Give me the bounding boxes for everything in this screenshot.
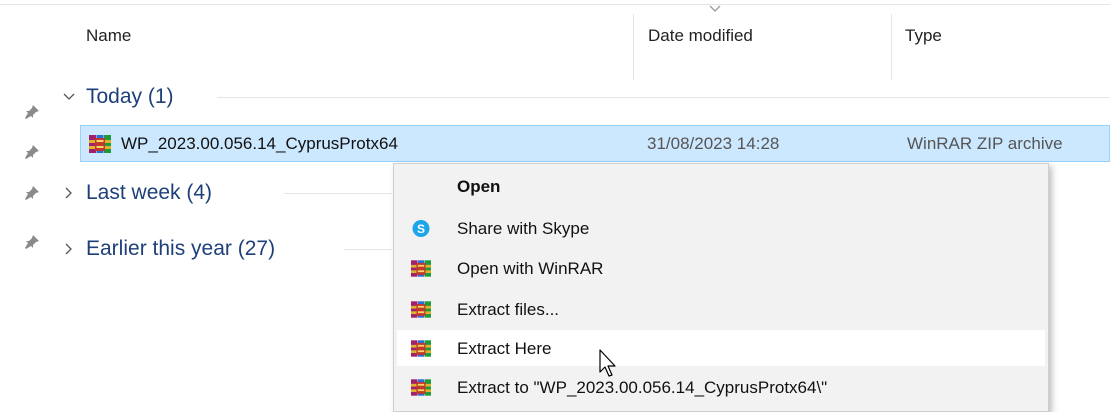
sort-chevron-down-icon	[709, 5, 721, 12]
winrar-icon	[411, 378, 431, 397]
context-menu: Open S Share with Skype Open with WinRAR…	[393, 163, 1049, 412]
file-row-selected[interactable]: WP_2023.00.056.14_CyprusProtx64 31/08/20…	[80, 125, 1110, 162]
file-explorer-view: Name Date modified Type Today (1) WP_202…	[0, 0, 1110, 412]
pin-icon[interactable]	[24, 234, 40, 250]
menu-item-extract-to-folder[interactable]: Extract to "WP_2023.00.056.14_CyprusProt…	[397, 369, 1045, 405]
menu-item-label: Open with WinRAR	[457, 259, 604, 278]
pin-icon[interactable]	[24, 185, 40, 201]
group-label: Today (1)	[86, 85, 174, 108]
file-date-modified: 31/08/2023 14:28	[647, 134, 780, 153]
group-header-last-week[interactable]: Last week (4)	[62, 178, 392, 208]
group-divider-line	[217, 97, 1110, 98]
menu-item-open-with-winrar[interactable]: Open with WinRAR	[397, 250, 1045, 286]
menu-item-label: Extract Here	[457, 339, 552, 358]
file-name: WP_2023.00.056.14_CyprusProtx64	[121, 134, 398, 153]
header-top-divider	[0, 4, 1110, 5]
group-header-today[interactable]: Today (1)	[62, 82, 1110, 112]
pin-icon[interactable]	[24, 144, 40, 160]
menu-item-label: Open	[457, 177, 501, 196]
skype-icon: S	[412, 220, 430, 237]
group-label: Last week (4)	[86, 181, 213, 204]
menu-item-share-with-skype[interactable]: S Share with Skype	[397, 210, 1045, 246]
winrar-icon	[411, 259, 431, 278]
group-label: Earlier this year (27)	[86, 237, 276, 260]
winrar-icon	[411, 300, 431, 319]
column-divider[interactable]	[891, 14, 892, 80]
menu-item-label: Extract files...	[457, 300, 560, 319]
column-divider[interactable]	[633, 14, 634, 80]
group-divider-line	[344, 249, 392, 250]
menu-item-open[interactable]: Open	[397, 168, 1045, 204]
chevron-down-icon	[63, 93, 75, 100]
column-header-date-modified[interactable]: Date modified	[648, 26, 753, 46]
column-header-type[interactable]: Type	[905, 26, 942, 46]
column-header-bar: Name Date modified Type	[0, 0, 1110, 80]
winrar-archive-icon	[89, 134, 111, 154]
file-type: WinRAR ZIP archive	[907, 134, 1063, 153]
group-header-earlier-this-year[interactable]: Earlier this year (27)	[62, 234, 392, 264]
column-header-name[interactable]: Name	[86, 26, 131, 46]
menu-item-extract-here[interactable]: Extract Here	[397, 330, 1045, 366]
group-divider-line	[284, 193, 392, 194]
chevron-right-icon	[65, 187, 72, 199]
pin-icon[interactable]	[24, 104, 40, 120]
menu-item-label: Extract to "WP_2023.00.056.14_CyprusProt…	[457, 378, 828, 397]
menu-item-label: Share with Skype	[457, 219, 590, 238]
svg-text:S: S	[417, 222, 425, 236]
menu-item-extract-files[interactable]: Extract files...	[397, 291, 1045, 327]
mouse-pointer-icon	[599, 349, 616, 377]
chevron-right-icon	[65, 243, 72, 255]
winrar-icon	[411, 339, 431, 358]
